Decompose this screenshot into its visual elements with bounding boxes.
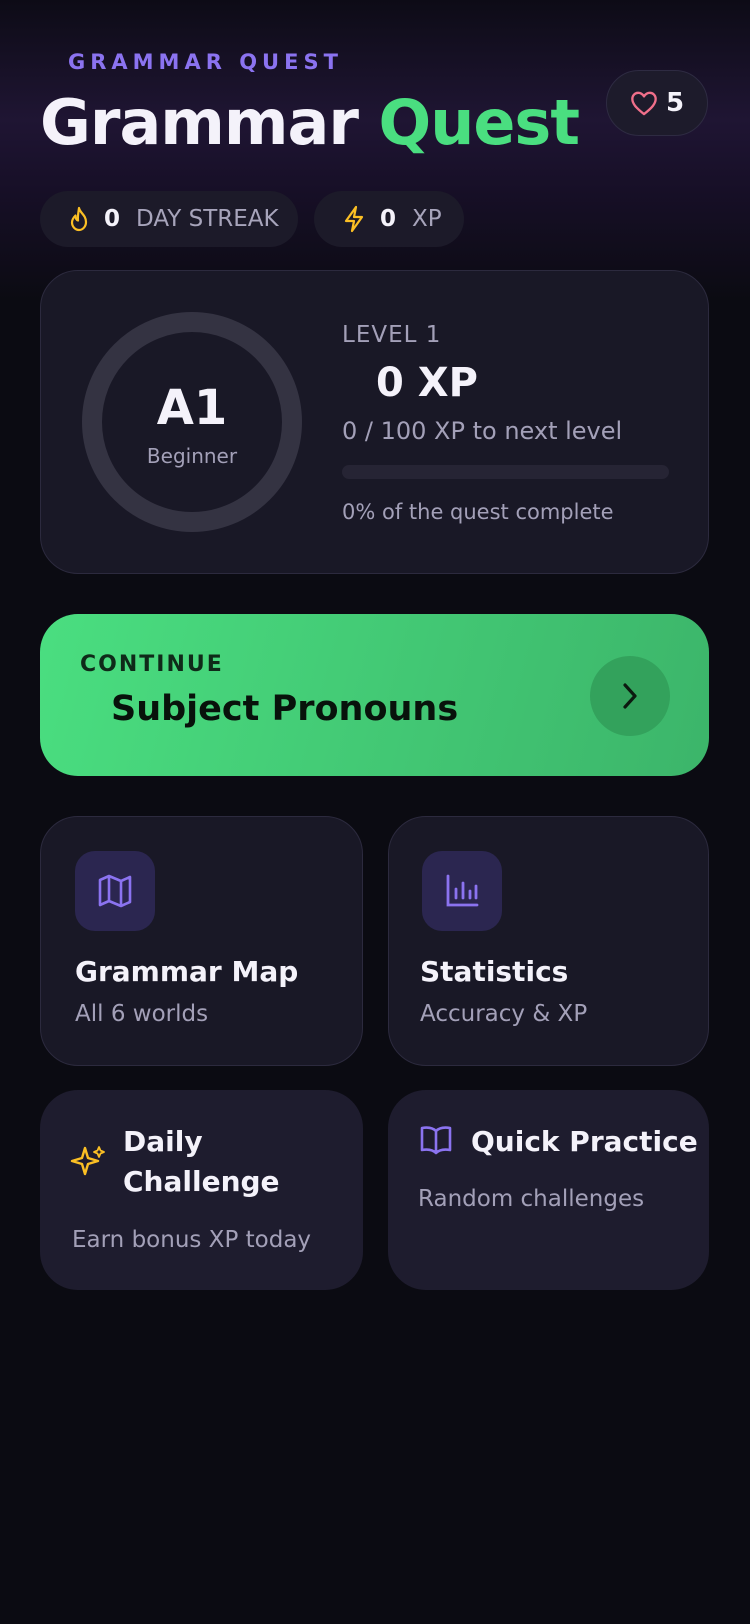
lightning-icon: [342, 205, 366, 233]
quick-practice-subtitle: Random challenges: [418, 1186, 645, 1212]
statistics-title: Statistics: [420, 955, 569, 988]
level-name: Beginner: [146, 444, 238, 468]
level-progress-bar: [342, 465, 669, 479]
page-title: Grammar Quest: [40, 86, 580, 159]
next-level-text: 0 / 100 XP to next level: [342, 417, 623, 445]
chevron-right-icon: [619, 681, 641, 711]
daily-challenge-title: Daily Challenge: [123, 1122, 280, 1202]
xp-label: XP: [412, 206, 442, 232]
lives-count: 5: [665, 88, 685, 118]
lives-badge[interactable]: 5: [606, 70, 708, 136]
continue-lesson-title: Subject Pronouns: [111, 689, 459, 729]
app-eyebrow: GRAMMAR QUEST: [68, 50, 343, 74]
chart-icon-container: [422, 851, 502, 931]
xp-pill: 0 XP: [314, 191, 464, 247]
daily-title-line1: Daily: [123, 1125, 203, 1158]
daily-title-line2: Challenge: [123, 1165, 280, 1198]
heart-icon: [630, 90, 658, 116]
streak-label: DAY STREAK: [136, 206, 279, 232]
continue-label: CONTINUE: [80, 652, 224, 677]
xp-value: 0: [380, 206, 397, 232]
level-xp: 0 XP: [376, 360, 478, 406]
title-accent: Quest: [378, 86, 580, 159]
map-icon: [95, 871, 135, 911]
bar-chart-icon: [442, 871, 482, 911]
quick-practice-title: Quick Practice: [471, 1125, 698, 1158]
daily-challenge-subtitle: Earn bonus XP today: [72, 1227, 312, 1253]
continue-arrow-button[interactable]: [590, 656, 670, 736]
streak-value: 0: [104, 206, 121, 232]
sparkle-icon: [70, 1144, 106, 1180]
map-icon-container: [75, 851, 155, 931]
quick-practice-tile[interactable]: Quick Practice Random challenges: [388, 1090, 709, 1290]
book-open-icon: [419, 1124, 453, 1156]
daily-challenge-tile[interactable]: Daily Challenge Earn bonus XP today: [40, 1090, 363, 1290]
grammar-map-subtitle: All 6 worlds: [75, 1001, 209, 1027]
level-code: A1: [156, 380, 228, 436]
level-label: LEVEL 1: [342, 322, 442, 348]
flame-icon: [68, 206, 90, 232]
quest-complete-text: 0% of the quest complete: [342, 500, 614, 524]
title-main: Grammar: [40, 86, 359, 159]
statistics-subtitle: Accuracy & XP: [420, 1001, 588, 1027]
grammar-map-title: Grammar Map: [75, 955, 299, 988]
streak-pill: 0 DAY STREAK: [40, 191, 298, 247]
statistics-tile[interactable]: Statistics Accuracy & XP: [388, 816, 709, 1066]
grammar-map-tile[interactable]: Grammar Map All 6 worlds: [40, 816, 363, 1066]
